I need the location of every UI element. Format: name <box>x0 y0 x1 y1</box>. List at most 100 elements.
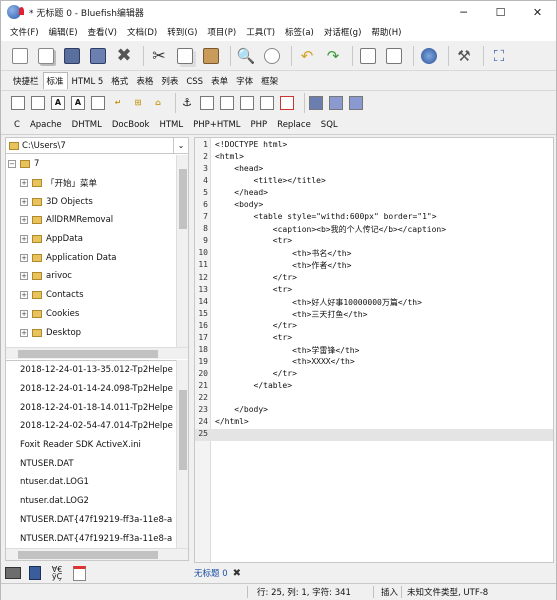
list-item[interactable]: NTUSER.DAT{47f19219-ff3a-11e8-a <box>6 529 176 548</box>
div-icon[interactable] <box>200 95 214 110</box>
quickstart-icon[interactable] <box>11 95 25 110</box>
menu-go[interactable]: 转到(G) <box>162 26 202 38</box>
line-text[interactable]: <table style="withd:600px" border="1"> <box>211 212 437 224</box>
scrollbar-thumb[interactable] <box>18 551 158 559</box>
line-text[interactable]: <th>书名</th> <box>211 248 351 260</box>
hr-icon[interactable] <box>349 95 363 110</box>
code-editor[interactable]: 1 <!DOCTYPE html> 2 <html> 3 <head> 4 <title>… <box>194 137 554 563</box>
expand-icon[interactable]: + <box>20 216 28 225</box>
line-text[interactable]: <th>作者</th> <box>211 260 351 272</box>
code-line[interactable]: 25 <box>195 429 553 442</box>
code-line[interactable]: 6 <body> <box>195 200 553 212</box>
code-line[interactable]: 21 </table> <box>195 381 553 393</box>
list-item[interactable]: ntuser.dat.LOG2 <box>6 492 176 511</box>
lang-html[interactable]: HTML <box>154 120 188 130</box>
save-icon[interactable] <box>61 45 83 67</box>
tree-vertical-scrollbar[interactable] <box>176 155 188 347</box>
close-button[interactable]: ✕ <box>519 1 556 23</box>
tab-quickbar[interactable]: 快捷栏 <box>9 72 43 89</box>
list-item[interactable]: 2018-12-24-01-18-14.011-Tp2Helpe <box>6 398 176 417</box>
line-text[interactable]: <th>好人好事10000000万篇</th> <box>211 297 422 309</box>
unindent-icon[interactable] <box>383 45 405 67</box>
code-line[interactable]: 13 <tr> <box>195 285 553 297</box>
lang-c[interactable]: C <box>9 120 25 130</box>
tab-frame[interactable]: 框架 <box>257 72 282 89</box>
code-line[interactable]: 23 </body> <box>195 405 553 417</box>
code-line[interactable]: 11 <th>作者</th> <box>195 260 553 272</box>
line-text[interactable]: <head> <box>211 164 263 176</box>
tree-item[interactable]: + Cookies <box>6 305 176 324</box>
menu-project[interactable]: 项目(P) <box>202 26 241 38</box>
line-text[interactable]: <th>XXXX</th> <box>211 357 355 369</box>
code-line[interactable]: 10 <th>书名</th> <box>195 248 553 260</box>
body-icon[interactable] <box>31 95 45 110</box>
file-list-horizontal-scrollbar[interactable] <box>6 548 188 560</box>
line-text[interactable]: <title></title> <box>211 176 326 188</box>
line-text[interactable]: <tr> <box>211 333 292 345</box>
collapse-icon[interactable]: − <box>8 160 16 169</box>
line-text[interactable]: </html> <box>211 417 249 429</box>
expand-icon[interactable]: + <box>20 309 28 318</box>
scrollbar-thumb[interactable] <box>179 390 187 470</box>
close-tab-icon[interactable]: ✖ <box>233 568 241 579</box>
charmap-tab-icon[interactable]: ∀€ ÿÇ <box>49 565 65 581</box>
bold-icon[interactable]: A <box>51 95 65 110</box>
line-text[interactable]: <body> <box>211 200 263 212</box>
replace-icon[interactable] <box>261 45 283 67</box>
find-icon[interactable]: 🔍 <box>235 45 257 67</box>
settings-icon[interactable]: ⚒ <box>453 45 475 67</box>
line-text[interactable] <box>211 429 215 441</box>
preview-icon[interactable] <box>418 45 440 67</box>
tab-table[interactable]: 表格 <box>132 72 157 89</box>
code-line[interactable]: 24 </html> <box>195 417 553 429</box>
line-text[interactable]: </head> <box>211 188 268 200</box>
tree-horizontal-scrollbar[interactable] <box>6 347 188 359</box>
menu-help[interactable]: 帮助(H) <box>366 26 406 38</box>
filebrowser-tab-icon[interactable] <box>5 565 21 581</box>
file-list-vertical-scrollbar[interactable] <box>176 360 188 548</box>
code-line[interactable]: 16 </tr> <box>195 321 553 333</box>
lang-replace[interactable]: Replace <box>272 120 316 130</box>
line-text[interactable]: <!DOCTYPE html> <box>211 140 287 152</box>
lang-docbook[interactable]: DocBook <box>107 120 155 130</box>
bookmarks-tab-icon[interactable] <box>27 565 43 581</box>
tree-item[interactable]: + Contacts <box>6 286 176 305</box>
break-icon[interactable]: ↵ <box>111 96 125 110</box>
open-file-icon[interactable] <box>35 45 57 67</box>
code-line[interactable]: 5 </head> <box>195 188 553 200</box>
menu-tools[interactable]: 工具(T) <box>241 26 280 38</box>
code-line[interactable]: 18 <th>学雷锋</th> <box>195 345 553 357</box>
indent-icon[interactable] <box>357 45 379 67</box>
scrollbar-thumb[interactable] <box>18 350 158 358</box>
expand-icon[interactable]: + <box>20 179 28 188</box>
code-line[interactable]: 19 <th>XXXX</th> <box>195 357 553 369</box>
expand-icon[interactable]: + <box>20 328 28 337</box>
undo-icon[interactable]: ↶ <box>296 45 318 67</box>
line-text[interactable]: </tr> <box>211 369 297 381</box>
tree-item[interactable]: + 「开始」菜单 <box>6 174 176 193</box>
line-text[interactable]: </table> <box>211 381 293 393</box>
snippets-tab-icon[interactable] <box>71 565 87 581</box>
list-item[interactable]: ntuser.dat.LOG1 <box>6 473 176 492</box>
menu-edit[interactable]: 编辑(E) <box>44 26 83 38</box>
line-text[interactable]: <tr> <box>211 285 292 297</box>
expand-icon[interactable]: + <box>20 272 28 281</box>
tree-item[interactable]: + Desktop <box>6 323 176 342</box>
line-text[interactable]: <th>三天打鱼</th> <box>211 309 367 321</box>
code-lines[interactable]: 1 <!DOCTYPE html> 2 <html> 3 <head> 4 <title>… <box>195 140 553 442</box>
list-item[interactable]: Foxit Reader SDK ActiveX.ini <box>6 436 176 455</box>
code-line[interactable]: 14 <th>好人好事10000000万篇</th> <box>195 297 553 309</box>
thumbnail-icon[interactable] <box>309 95 323 110</box>
close-file-icon[interactable]: ✖ <box>113 45 135 67</box>
code-line[interactable]: 17 <tr> <box>195 333 553 345</box>
lang-php[interactable]: PHP <box>246 120 273 130</box>
code-line[interactable]: 7 <table style="withd:600px" border="1"> <box>195 212 553 224</box>
path-selector[interactable]: C:\Users\7 ⌄ <box>6 138 188 154</box>
paragraph-icon[interactable] <box>91 95 105 110</box>
menu-view[interactable]: 查看(V) <box>83 26 122 38</box>
tab-format[interactable]: 格式 <box>107 72 132 89</box>
code-line[interactable]: 12 </tr> <box>195 273 553 285</box>
expand-icon[interactable]: + <box>20 197 28 206</box>
line-text[interactable] <box>211 393 215 405</box>
line-text[interactable]: <caption><b>我的个人传记</b></caption> <box>211 224 446 236</box>
